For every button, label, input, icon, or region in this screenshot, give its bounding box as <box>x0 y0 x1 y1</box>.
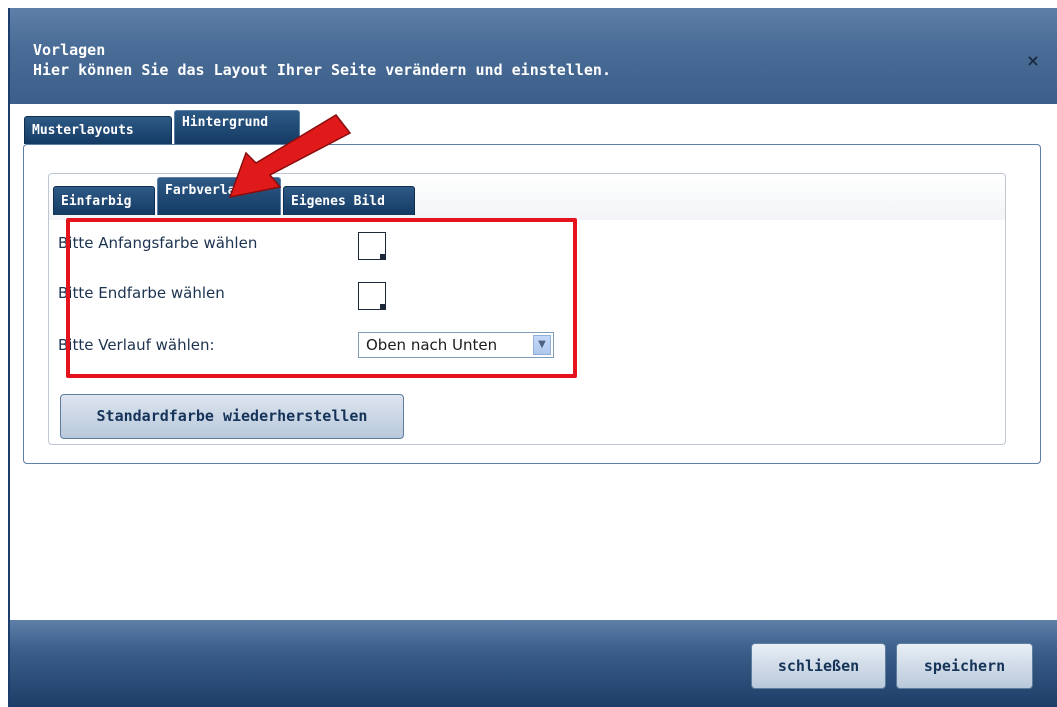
dialog-footer: schließen speichern <box>10 620 1057 707</box>
annotation-highlight-box <box>66 218 577 378</box>
close-icon[interactable]: × <box>1025 53 1041 69</box>
close-button[interactable]: schließen <box>751 643 886 689</box>
dialog-header: Vorlagen Hier können Sie das Layout Ihre… <box>10 8 1057 104</box>
reset-default-color-button[interactable]: Standardfarbe wiederherstellen <box>60 394 404 439</box>
inner-tab-bar: Einfarbig Farbverlauf Eigenes Bild <box>49 174 1005 220</box>
annotation-arrow-icon <box>228 114 352 198</box>
save-button[interactable]: speichern <box>896 643 1033 689</box>
tab-musterlayouts[interactable]: Musterlayouts <box>24 116 172 144</box>
dialog-subtitle: Hier können Sie das Layout Ihrer Seite v… <box>33 61 611 79</box>
dialog-title: Vorlagen <box>33 41 106 59</box>
tab-einfarbig[interactable]: Einfarbig <box>53 186 155 215</box>
